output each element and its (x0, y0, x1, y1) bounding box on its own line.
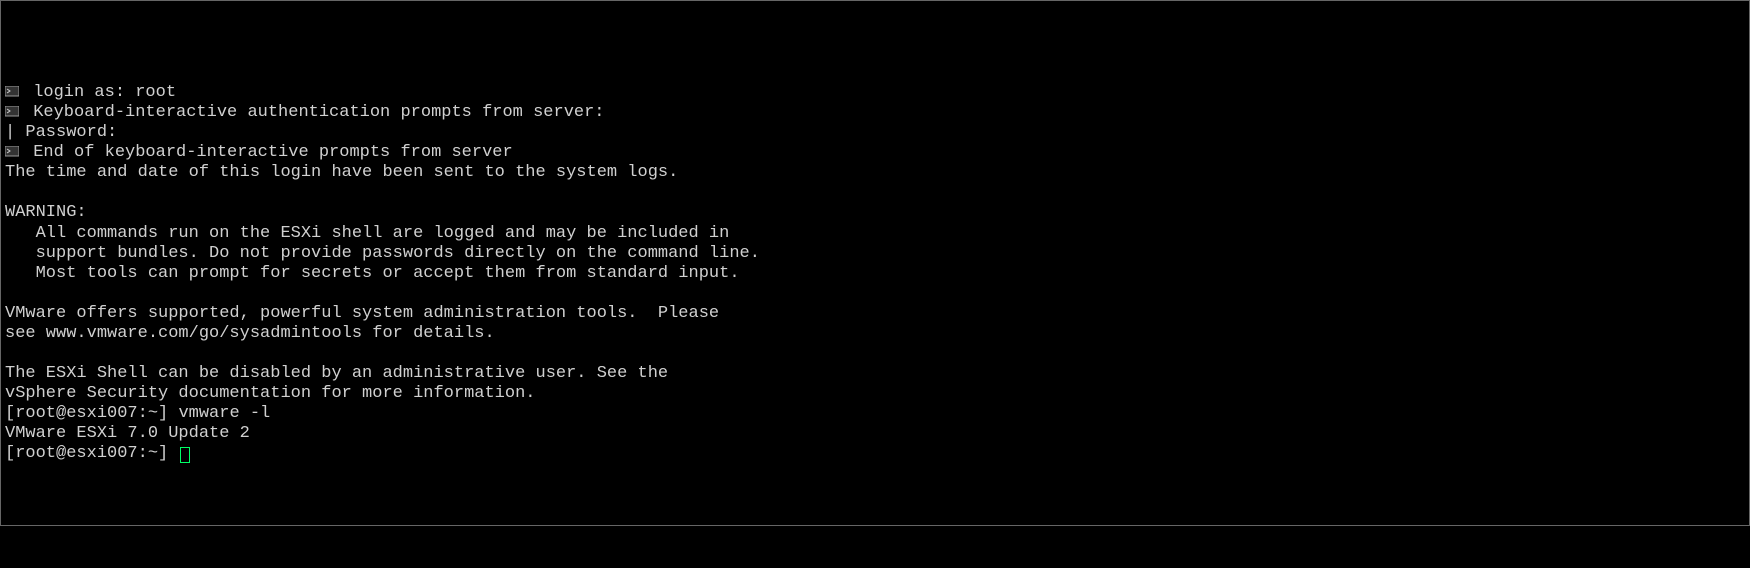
vmware-offer-line-1: VMware offers supported, powerful system… (5, 304, 1745, 324)
auth-prompt-text: Keyboard-interactive authentication prom… (33, 103, 604, 122)
blank-line (5, 183, 1745, 203)
warning-line-1: All commands run on the ESXi shell are l… (5, 224, 1745, 244)
blank-line (5, 344, 1745, 364)
esxi-shell-line-2: vSphere Security documentation for more … (5, 384, 1745, 404)
esxi-shell-line-1: The ESXi Shell can be disabled by an adm… (5, 364, 1745, 384)
login-line: login as: root (5, 83, 1745, 103)
warning-header: WARNING: (5, 203, 1745, 223)
session-icon (5, 106, 19, 118)
warning-line-3: Most tools can prompt for secrets or acc… (5, 264, 1745, 284)
vmware-offer-line-2: see www.vmware.com/go/sysadmintools for … (5, 324, 1745, 344)
time-date-line: The time and date of this login have bee… (5, 163, 1745, 183)
session-icon (5, 86, 19, 98)
shell-prompt: [root@esxi007:~] (5, 404, 168, 423)
password-line: | Password: (5, 123, 1745, 143)
session-icon (5, 146, 19, 158)
command-1-text: vmware -l (178, 404, 270, 423)
command-line-1: [root@esxi007:~] vmware -l (5, 404, 1745, 424)
login-text: login as: root (33, 83, 176, 102)
end-prompts-line: End of keyboard-interactive prompts from… (5, 143, 1745, 163)
terminal-window[interactable]: login as: root Keyboard-interactive auth… (1, 81, 1749, 468)
auth-prompt-line: Keyboard-interactive authentication prom… (5, 103, 1745, 123)
blank-line (5, 284, 1745, 304)
warning-line-2: support bundles. Do not provide password… (5, 244, 1745, 264)
password-text: | Password: (5, 123, 117, 142)
command-line-2[interactable]: [root@esxi007:~] (5, 444, 1745, 464)
shell-prompt: [root@esxi007:~] (5, 444, 168, 463)
end-prompts-text: End of keyboard-interactive prompts from… (33, 143, 512, 162)
command-1-output: VMware ESXi 7.0 Update 2 (5, 424, 1745, 444)
cursor-block (180, 447, 190, 463)
